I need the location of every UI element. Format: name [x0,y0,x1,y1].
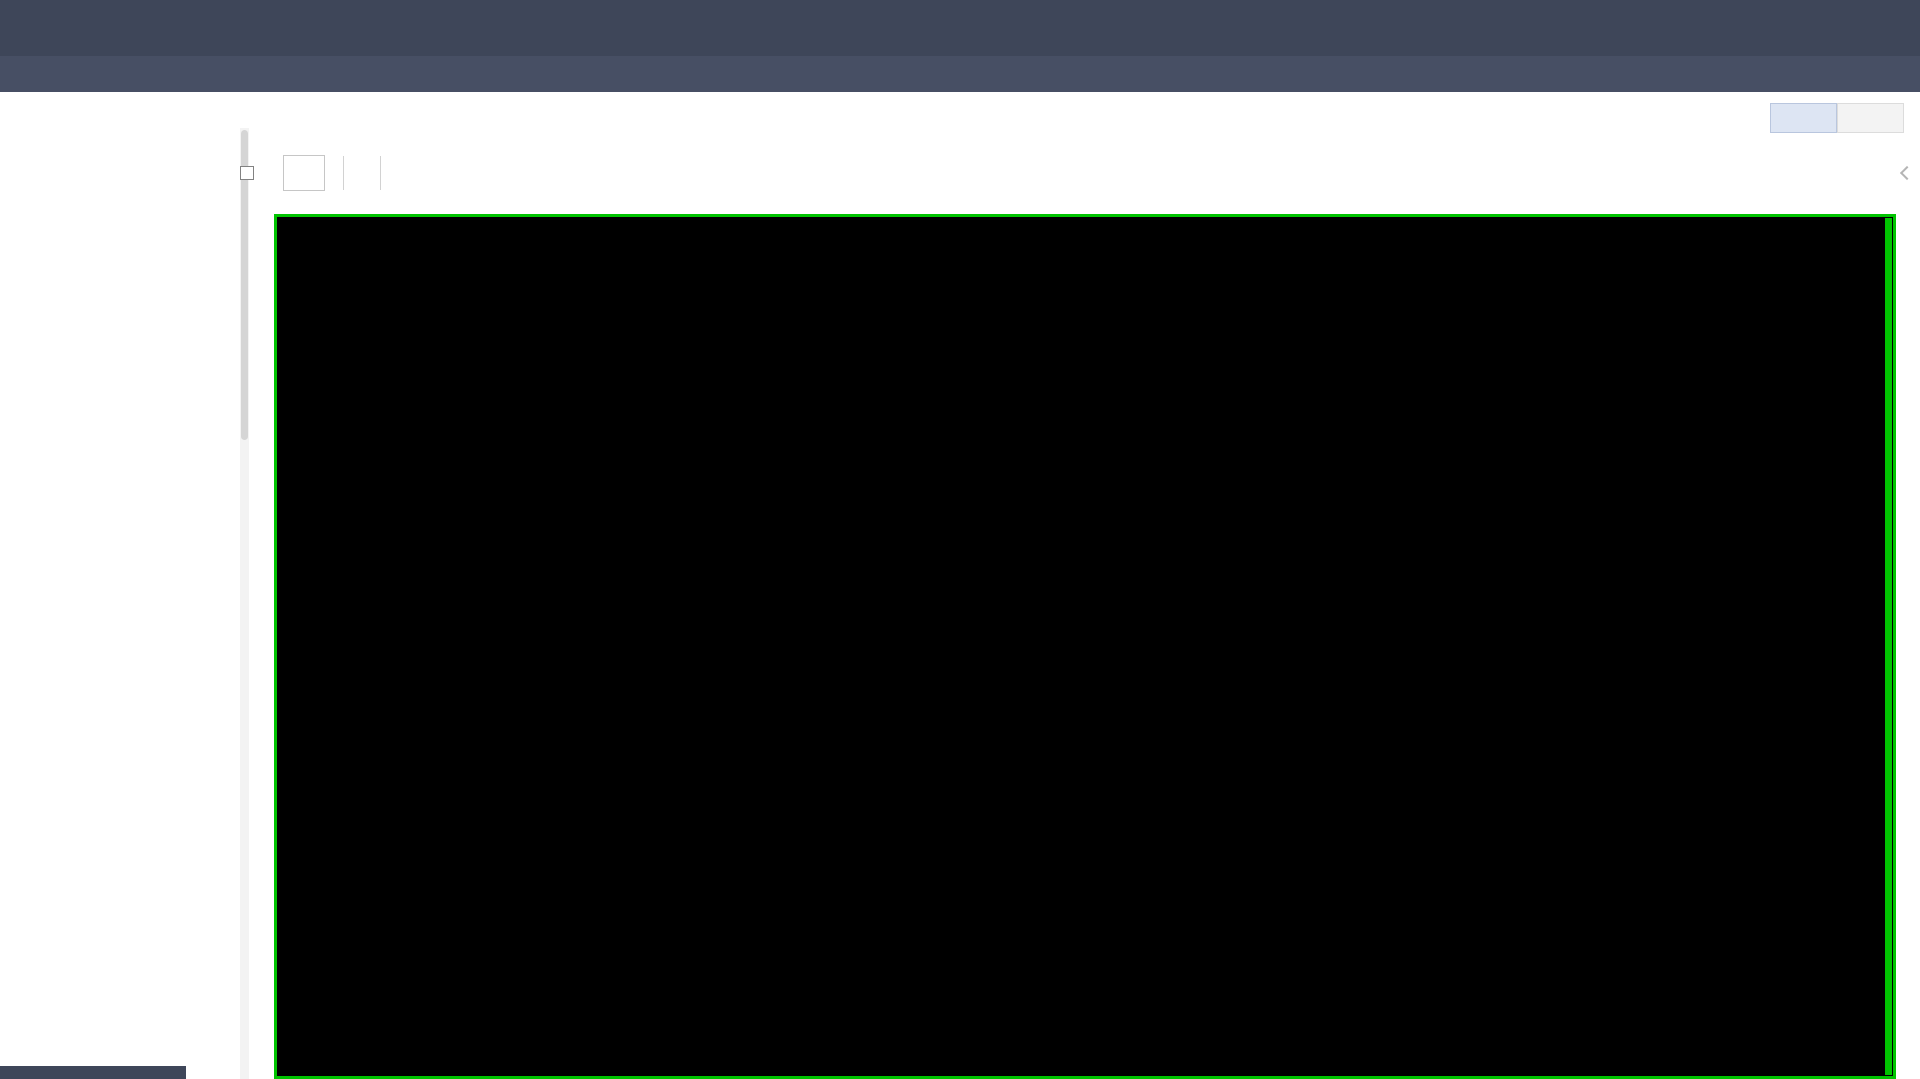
view-tab-3d[interactable] [1837,103,1904,133]
version-info [952,0,968,56]
sub-header [0,56,1920,92]
top-header [0,0,1920,56]
series-window-toggle[interactable] [240,166,261,180]
view-mode-tabs [1770,103,1904,133]
eye-icon [1843,65,1867,83]
toolbar [240,150,399,196]
sidebar-scrollbar[interactable] [240,128,249,1079]
viewer-scrollbar[interactable] [1885,218,1892,1075]
layout-button[interactable] [283,155,325,191]
show-teacher-answer-button[interactable] [1843,56,1876,92]
toolbar-collapse-handle[interactable] [1898,158,1916,188]
user-avatar-icon[interactable] [1857,10,1894,47]
toolbar-separator [343,156,344,190]
series-window-checkbox[interactable] [240,166,254,180]
toolbar-separator [380,156,381,190]
sidebar-footer-strip [0,1066,186,1079]
view-tab-2d[interactable] [1770,103,1837,133]
viewer-grid [274,214,1896,1079]
app-root [0,0,1920,1079]
